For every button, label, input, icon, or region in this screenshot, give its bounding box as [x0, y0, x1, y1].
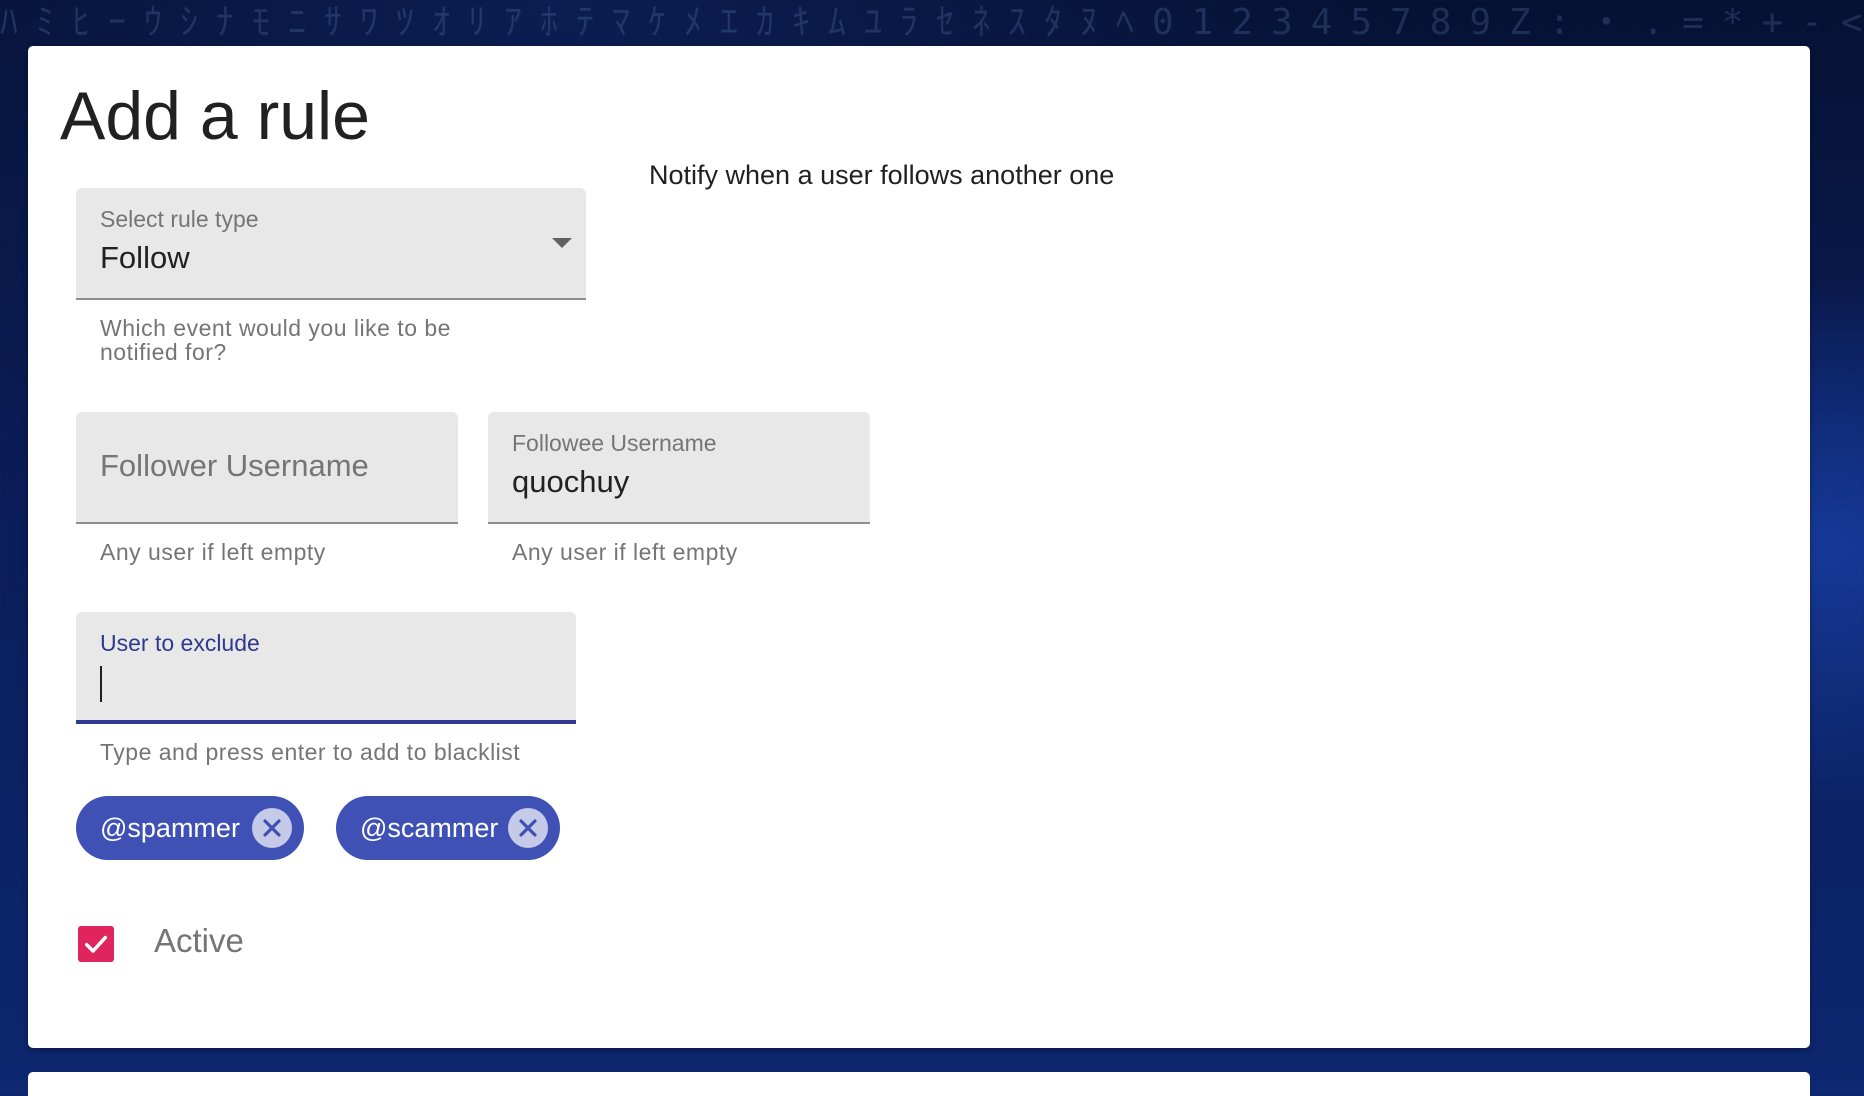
rule-description: Notify when a user follows another one — [649, 160, 1115, 190]
chip-label: @scammer — [360, 813, 499, 843]
followee-username-label: Followee Username — [512, 430, 717, 456]
next-card — [28, 1072, 1810, 1096]
blacklist-chip[interactable]: @scammer — [336, 796, 560, 860]
chip-label: @spammer — [100, 813, 240, 843]
followee-username-field[interactable]: Followee Username quochuy — [488, 412, 870, 524]
follower-username-helper: Any user if left empty — [100, 539, 326, 565]
close-icon[interactable] — [252, 808, 292, 848]
checkmark-icon — [84, 935, 108, 953]
follower-username-field[interactable]: Follower Username — [76, 412, 458, 524]
close-icon[interactable] — [508, 808, 548, 848]
add-rule-card: Add a rule Notify when a user follows an… — [28, 46, 1810, 1048]
exclude-user-label: User to exclude — [100, 630, 260, 656]
follower-username-placeholder: Follower Username — [100, 448, 369, 483]
rule-type-select[interactable]: Select rule type Follow — [76, 188, 586, 300]
background-code-pattern: ﾊﾐﾋｰｳｼﾅﾓﾆｻﾜﾂｵﾘｱﾎﾃﾏｹﾒｴｶｷﾑﾕﾗｾﾈｽﾀﾇﾍ01234578… — [0, 2, 1864, 43]
active-label[interactable]: Active — [154, 922, 244, 960]
blacklist-chip[interactable]: @spammer — [76, 796, 304, 860]
followee-username-value: quochuy — [512, 464, 630, 499]
rule-type-value: Follow — [100, 240, 190, 275]
exclude-user-field[interactable]: User to exclude — [76, 612, 576, 724]
rule-type-label: Select rule type — [100, 206, 259, 232]
rule-type-helper: Which event would you like to be notifie… — [100, 315, 451, 365]
page-title: Add a rule — [60, 78, 370, 154]
dropdown-arrow-icon — [552, 238, 572, 248]
exclude-user-helper: Type and press enter to add to blacklist — [100, 739, 521, 765]
active-checkbox[interactable] — [78, 926, 114, 962]
text-cursor — [100, 666, 102, 702]
followee-username-helper: Any user if left empty — [512, 539, 738, 565]
